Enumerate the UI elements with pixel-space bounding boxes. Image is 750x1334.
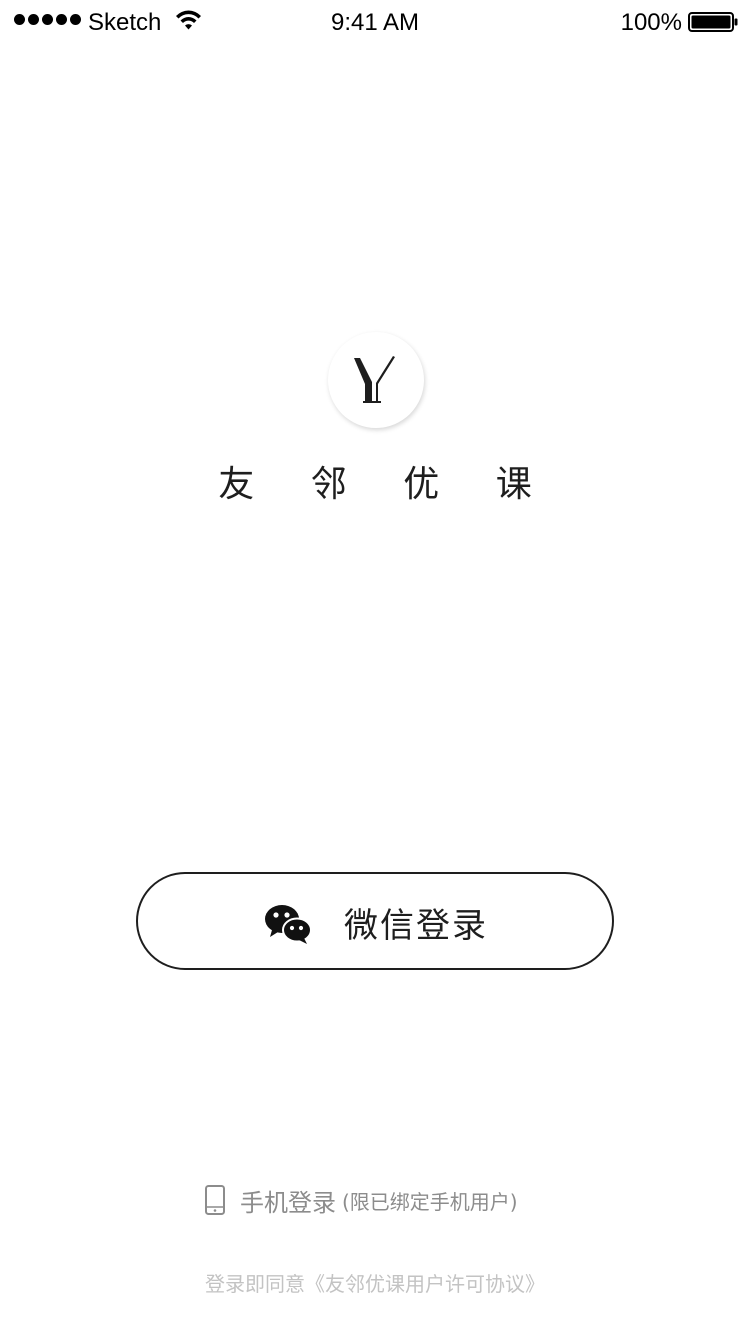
phone-login-label: 手机登录 [240,1188,336,1217]
wechat-login-button[interactable]: 微信登录 [136,872,614,970]
app-name: 友 邻 优 课 [190,455,560,507]
app-name-char: 友 [218,464,255,505]
status-bar: Sketch 9:41 AM 100% [0,0,750,44]
app-name-char: 优 [403,464,440,505]
wechat-login-label: 微信登录 [344,906,488,946]
app-name-char: 课 [495,464,532,505]
wechat-icon [265,905,312,944]
app-logo [328,332,424,428]
user-agreement-link[interactable]: 《友邻优课用户许可协议》 [305,1272,545,1296]
phone-login-note: (限已绑定手机用户) [342,1189,518,1214]
battery-percentage: 100% [620,9,682,36]
battery-icon [688,12,738,32]
agreement-prefix: 登录即同意 [205,1272,305,1296]
app-name-char: 邻 [310,464,347,505]
mobile-phone-icon [205,1185,225,1215]
phone-login-link[interactable]: 手机登录 (限已绑定手机用户) [204,1182,518,1218]
app-logo-y-icon [354,356,395,403]
user-agreement-notice: 登录即同意《友邻优课用户许可协议》 [0,1268,750,1297]
